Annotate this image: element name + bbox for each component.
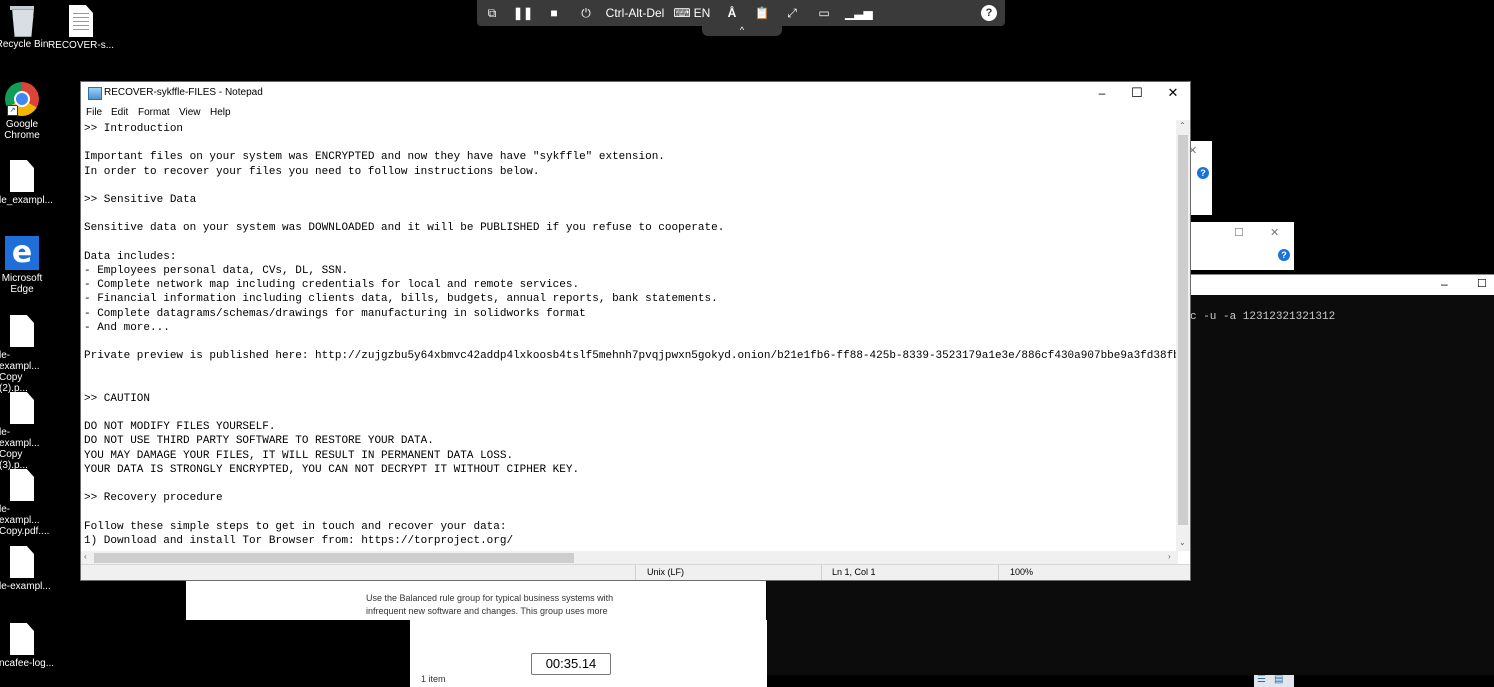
monitor-icon[interactable]: ▭ (815, 4, 833, 22)
desktop-icon-label: le-exampl... Copy (3).p... (0, 427, 40, 471)
tiles-view-icon[interactable]: ▤ (1274, 674, 1283, 685)
desktop-icon-recover-file[interactable]: RECOVER-s... (46, 5, 116, 51)
pause-icon[interactable]: ❚❚ (513, 4, 533, 22)
menu-format[interactable]: Format (138, 107, 170, 118)
status-line-ending: Unix (LF) (647, 567, 685, 577)
help-icon[interactable]: ? (981, 5, 997, 21)
horizontal-scrollbar[interactable]: ‹ › (81, 551, 1178, 565)
stop-icon[interactable]: ■ (545, 4, 563, 22)
desktop-icon-edge[interactable]: e Microsoft Edge (0, 236, 57, 296)
policy-window: Use the Balanced rule group for typical … (186, 578, 766, 620)
window-title: RECOVER-sykffle-FILES - Notepad (104, 87, 263, 98)
info-icon: ? (1197, 167, 1209, 179)
text-file-icon (69, 5, 93, 37)
file-icon (10, 160, 34, 192)
desktop-icon-file[interactable]: ncafee-log... (0, 623, 57, 669)
maximize-button[interactable]: ☐ (1119, 82, 1155, 104)
menu-bar: File Edit Format View Help (81, 104, 1190, 120)
info-icon: ? (1278, 249, 1290, 261)
resize-icon[interactable]: ⤢ (783, 4, 801, 22)
remote-toolbar: ⧉ ❚❚ ■ ⏻ Ctrl-Alt-Del ⌨ EN Å 📋 ⤢ ▭ ▁▃▅ ? (477, 0, 1005, 26)
vertical-scrollbar[interactable]: ⌃ ⌄ (1176, 120, 1190, 551)
edge-icon: e (5, 236, 39, 270)
file-icon (10, 392, 34, 424)
notepad-icon (88, 87, 102, 100)
maximize-icon[interactable]: ☐ (1234, 226, 1244, 239)
notepad-titlebar[interactable]: RECOVER-sykffle-FILES - Notepad – ☐ ✕ (81, 82, 1190, 104)
close-button[interactable]: ✕ (1155, 82, 1191, 104)
desktop-icon-file[interactable]: le-exampl... Copy (2).p... (0, 315, 57, 394)
minimize-icon[interactable]: – (1441, 277, 1448, 291)
terminal-output: c -u -a 12312321321312 (1190, 311, 1336, 323)
maximize-icon[interactable]: ☐ (1477, 277, 1487, 290)
status-bar: Unix (LF) Ln 1, Col 1 100% (81, 564, 1190, 580)
status-divider (635, 565, 636, 580)
background-window-2: ☐ ✕ ? (1186, 222, 1294, 270)
desktop-icon-label: le_exampl... (0, 195, 53, 206)
desktop-icon-label: ncafee-log... (0, 658, 55, 669)
notepad-window: RECOVER-sykffle-FILES - Notepad – ☐ ✕ Fi… (80, 81, 1191, 581)
desktop-icon-file[interactable]: le-exampl... Copy.pdf.... (0, 469, 57, 537)
minimize-button[interactable]: – (1084, 82, 1120, 104)
fit-window-icon[interactable]: ⧉ (483, 4, 501, 22)
desktop-icon-label: Google Chrome (4, 119, 40, 141)
menu-file[interactable]: File (86, 107, 102, 118)
scroll-down-icon[interactable]: ⌄ (1179, 538, 1186, 547)
recycle-bin-icon (8, 4, 36, 37)
desktop-icon-label: le-exampl... (0, 581, 51, 592)
scrollbar-thumb[interactable] (94, 553, 574, 563)
user-icon[interactable]: Å (723, 4, 741, 22)
desktop-icon-file[interactable]: le-exampl... Copy (3).p... (0, 392, 57, 471)
text-editor[interactable]: >> Introduction Important files on your … (81, 120, 1178, 551)
status-position: Ln 1, Col 1 (832, 567, 876, 577)
explorer-status: 1 item (421, 674, 446, 684)
recording-timer: 00:35.14 (531, 653, 611, 675)
document-text: >> Introduction Important files on your … (84, 123, 1178, 547)
menu-edit[interactable]: Edit (111, 107, 128, 118)
scrollbar-thumb[interactable] (1178, 135, 1188, 525)
file-icon (10, 315, 34, 347)
close-icon[interactable]: ✕ (1270, 226, 1279, 239)
keyboard-icon[interactable]: ⌨ (673, 4, 691, 22)
desktop-icon-file[interactable]: le-exampl... (0, 546, 57, 592)
ctrl-alt-del-button[interactable]: Ctrl-Alt-Del (605, 4, 665, 22)
scroll-up-icon[interactable]: ⌃ (1179, 121, 1186, 130)
desktop-icon-chrome[interactable]: ↗ Google Chrome (0, 82, 57, 141)
file-icon (10, 623, 34, 655)
status-divider (821, 565, 822, 580)
power-icon[interactable]: ⏻ (577, 4, 595, 22)
desktop-icon-label: le-exampl... Copy.pdf.... (0, 504, 50, 537)
chrome-icon: ↗ (5, 82, 39, 116)
signal-icon[interactable]: ▁▃▅ (845, 4, 873, 22)
explorer-view-buttons: ☰ ▤ (1254, 674, 1294, 687)
clipboard-icon[interactable]: 📋 (753, 4, 771, 22)
desktop-icon-label: le-exampl... Copy (2).p... (0, 350, 40, 394)
menu-help[interactable]: Help (210, 107, 231, 118)
scroll-right-icon[interactable]: › (1168, 552, 1171, 561)
status-divider (998, 565, 999, 580)
toolbar-collapse-tab[interactable]: ^ (702, 26, 782, 36)
file-icon (10, 546, 34, 578)
desktop-icon-label: RECOVER-s... (47, 40, 115, 51)
policy-description: Use the Balanced rule group for typical … (366, 593, 614, 616)
file-icon (10, 469, 34, 501)
details-view-icon[interactable]: ☰ (1257, 674, 1266, 685)
menu-view[interactable]: View (179, 107, 201, 118)
desktop-icon-label: Microsoft Edge (1, 273, 43, 295)
status-zoom: 100% (1010, 567, 1034, 577)
scroll-left-icon[interactable]: ‹ (84, 552, 87, 561)
desktop-icon-file[interactable]: le_exampl... (0, 160, 57, 206)
keyboard-language[interactable]: EN (691, 4, 713, 22)
